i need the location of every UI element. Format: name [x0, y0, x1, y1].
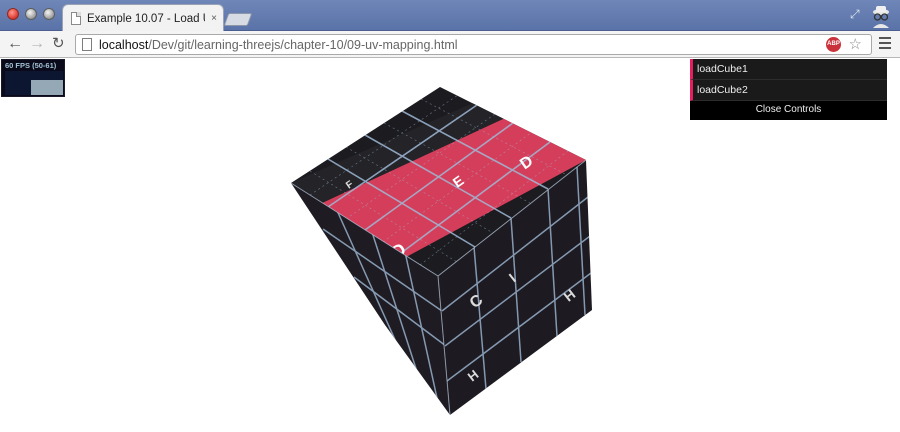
url-path: /Dev/git/learning-threejs/chapter-10/09-… [148, 37, 458, 52]
back-arrow-icon[interactable]: ← [7, 35, 23, 53]
tab-title: Example 10.07 - Load UV [87, 12, 205, 25]
control-loadcube2[interactable]: loadCube2 [690, 80, 887, 101]
tab-close-icon[interactable]: × [211, 13, 217, 24]
fps-readout: 60 FPS (50-61) [5, 61, 57, 70]
window-maximize-button[interactable] [43, 8, 55, 20]
page-info-icon[interactable] [82, 38, 92, 51]
close-controls-button[interactable]: Close Controls [690, 101, 887, 120]
fps-graph [5, 71, 63, 95]
control-label: loadCube2 [697, 84, 748, 96]
address-bar[interactable]: localhost/Dev/git/learning-threejs/chapt… [75, 34, 872, 55]
forward-arrow-icon[interactable]: → [29, 35, 45, 53]
menu-icon[interactable] [879, 37, 891, 52]
page-icon [71, 12, 81, 25]
controls-panel: loadCube1 loadCube2 Close Controls [690, 59, 887, 120]
fps-stats-widget[interactable]: 60 FPS (50-61) [1, 59, 65, 97]
fps-graph-bar [31, 80, 63, 95]
url-host: localhost [99, 37, 149, 52]
incognito-icon [873, 6, 889, 28]
bookmark-star-icon[interactable]: ☆ [849, 35, 862, 53]
tab-strip: Example 10.07 - Load UV × ⤢ [0, 0, 900, 32]
adblock-icon[interactable]: ABP [826, 37, 841, 52]
fullscreen-icon[interactable]: ⤢ [850, 7, 860, 22]
window-close-button[interactable] [7, 8, 19, 20]
reload-icon[interactable]: ↻ [52, 35, 65, 53]
new-tab-button[interactable] [223, 13, 253, 26]
browser-toolbar: ← → ↻ localhost/Dev/git/learning-threejs… [0, 31, 900, 58]
control-loadcube1[interactable]: loadCube1 [690, 59, 887, 80]
tab-active[interactable]: Example 10.07 - Load UV × [62, 4, 224, 32]
control-label: loadCube1 [697, 63, 748, 75]
window-minimize-button[interactable] [25, 8, 37, 20]
